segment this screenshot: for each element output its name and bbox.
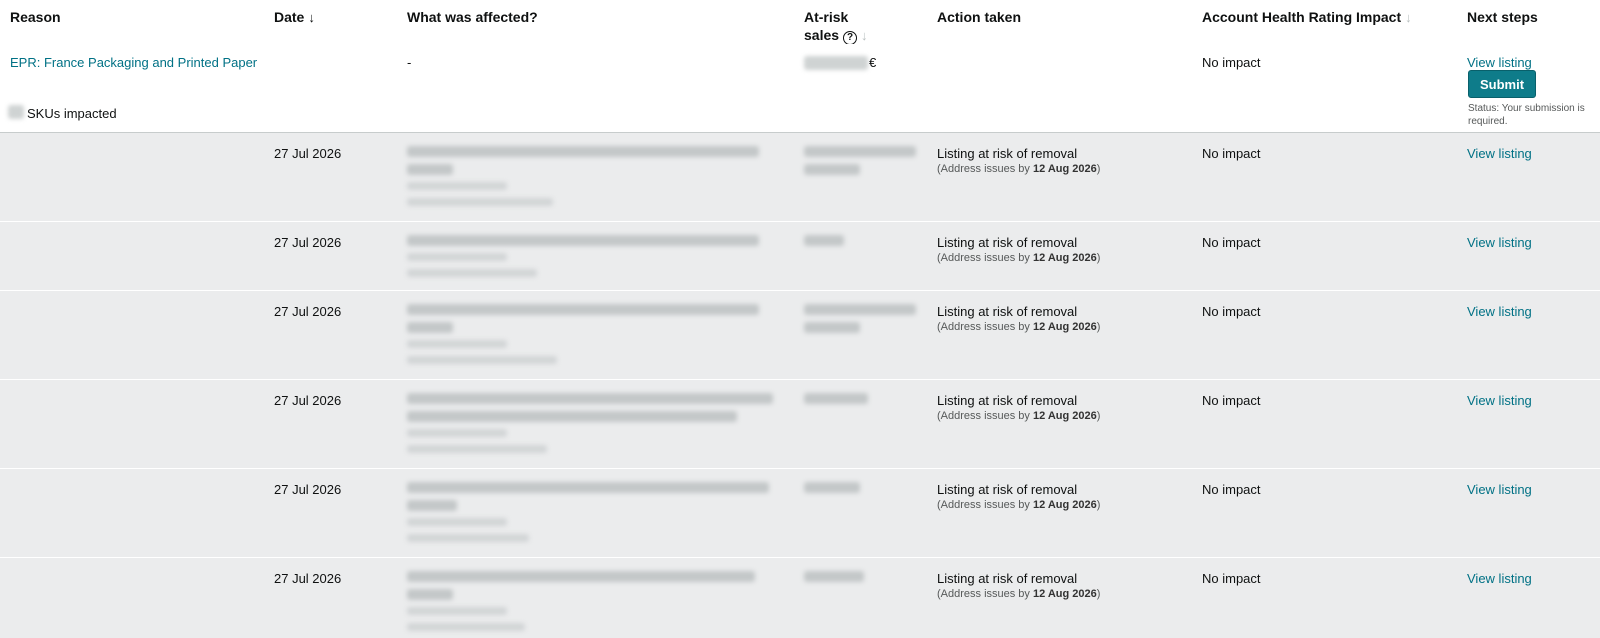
action-status: Listing at risk of removal	[937, 571, 1078, 586]
ahr-value: No impact	[1202, 55, 1261, 70]
view-listing-link[interactable]: View listing	[1467, 235, 1532, 251]
view-listing-link[interactable]: View listing	[1467, 482, 1532, 498]
action-cell: Listing at risk of removal (Address issu…	[937, 146, 1100, 176]
table-row: 27 Jul 2026 Listing at risk of removal (…	[0, 222, 1600, 291]
action-status: Listing at risk of removal	[937, 393, 1078, 408]
column-header-affected: What was affected?	[407, 8, 538, 26]
affected-value: -	[407, 55, 412, 70]
view-listing-link[interactable]: View listing	[1467, 55, 1532, 71]
action-deadline: (Address issues by 12 Aug 2026)	[937, 252, 1101, 264]
listing-rows: 27 Jul 2026 Listing at risk of removal (…	[0, 133, 1600, 638]
at-risk-redacted	[800, 291, 920, 379]
row-ahr: No impact	[1202, 304, 1261, 319]
at-risk-redacted	[800, 558, 920, 638]
row-date: 27 Jul 2026	[274, 393, 342, 408]
submit-button[interactable]: Submit	[1468, 70, 1536, 98]
action-cell: Listing at risk of removal (Address issu…	[937, 304, 1100, 334]
row-date: 27 Jul 2026	[274, 482, 342, 497]
action-deadline: (Address issues by 12 Aug 2026)	[937, 588, 1101, 600]
action-deadline: (Address issues by 12 Aug 2026)	[937, 410, 1101, 422]
product-info-redacted	[398, 558, 778, 638]
action-deadline: (Address issues by 12 Aug 2026)	[937, 321, 1101, 333]
currency-symbol: €	[869, 55, 877, 70]
column-header-next-label: Next steps	[1467, 9, 1538, 25]
summary-row: EPR: France Packaging and Printed Paper …	[0, 44, 1600, 134]
skus-impacted-label: SKUs impacted	[27, 106, 117, 121]
row-date: 27 Jul 2026	[274, 304, 342, 319]
table-header: Reason Date ↓ What was affected? At-risk …	[0, 0, 1600, 45]
product-info-redacted	[398, 133, 778, 221]
row-ahr: No impact	[1202, 482, 1261, 497]
action-deadline: (Address issues by 12 Aug 2026)	[937, 163, 1101, 175]
action-status: Listing at risk of removal	[937, 235, 1078, 250]
view-listing-link[interactable]: View listing	[1467, 146, 1532, 162]
column-header-at-risk-line2: sales	[804, 27, 840, 43]
table-row: 27 Jul 2026 Listing at risk of removal (…	[0, 133, 1600, 222]
column-header-action: Action taken	[937, 8, 1021, 26]
table-row: 27 Jul 2026 Listing at risk of removal (…	[0, 380, 1600, 469]
sku-count-redacted	[8, 105, 24, 119]
action-status: Listing at risk of removal	[937, 146, 1078, 161]
column-header-at-risk-line1: At-risk	[804, 9, 849, 25]
column-header-affected-label: What was affected?	[407, 9, 538, 25]
column-header-reason: Reason	[10, 8, 61, 26]
at-risk-redacted	[800, 222, 920, 290]
product-info-redacted	[398, 291, 778, 379]
column-header-at-risk-sales[interactable]: At-risk sales? ↓	[804, 8, 868, 45]
action-cell: Listing at risk of removal (Address issu…	[937, 571, 1100, 601]
row-ahr: No impact	[1202, 235, 1261, 250]
action-cell: Listing at risk of removal (Address issu…	[937, 235, 1100, 265]
product-info-redacted	[398, 222, 778, 290]
column-header-date[interactable]: Date ↓	[274, 8, 315, 27]
action-status: Listing at risk of removal	[937, 482, 1078, 497]
at-risk-redacted	[800, 469, 920, 557]
submission-status: Status: Your submission is required.	[1468, 103, 1585, 127]
action-cell: Listing at risk of removal (Address issu…	[937, 482, 1100, 512]
row-ahr: No impact	[1202, 571, 1261, 586]
reason-link[interactable]: EPR: France Packaging and Printed Paper	[10, 55, 257, 71]
product-info-redacted	[398, 469, 778, 557]
row-date: 27 Jul 2026	[274, 146, 342, 161]
column-header-action-label: Action taken	[937, 9, 1022, 25]
row-date: 27 Jul 2026	[274, 571, 342, 586]
action-cell: Listing at risk of removal (Address issu…	[937, 393, 1100, 423]
action-status: Listing at risk of removal	[937, 304, 1078, 319]
at-risk-redacted	[800, 380, 920, 468]
view-listing-link[interactable]: View listing	[1467, 393, 1532, 409]
row-date: 27 Jul 2026	[274, 235, 342, 250]
column-header-date-label: Date	[274, 9, 305, 25]
sort-arrow-down-icon[interactable]: ↓	[308, 10, 315, 25]
column-header-next-steps: Next steps	[1467, 8, 1538, 26]
view-listing-link[interactable]: View listing	[1467, 304, 1532, 320]
row-ahr: No impact	[1202, 146, 1261, 161]
table-row: 27 Jul 2026 Listing at risk of removal (…	[0, 469, 1600, 558]
help-circle-icon[interactable]: ?	[843, 31, 858, 45]
sort-arrow-down-icon[interactable]: ↓	[861, 28, 868, 43]
at-risk-redacted	[800, 133, 920, 221]
product-info-redacted	[398, 380, 778, 468]
column-header-ahr[interactable]: Account Health Rating Impact ↓	[1202, 8, 1412, 27]
sort-arrow-down-icon[interactable]: ↓	[1405, 10, 1412, 25]
row-ahr: No impact	[1202, 393, 1261, 408]
view-listing-link[interactable]: View listing	[1467, 571, 1532, 587]
column-header-ahr-label: Account Health Rating Impact	[1202, 9, 1402, 25]
column-header-reason-label: Reason	[10, 9, 61, 25]
action-deadline: (Address issues by 12 Aug 2026)	[937, 499, 1101, 511]
at-risk-value-redacted	[804, 56, 868, 70]
table-row: 27 Jul 2026 Listing at risk of removal (…	[0, 291, 1600, 380]
table-row: 27 Jul 2026 Listing at risk of removal (…	[0, 558, 1600, 638]
